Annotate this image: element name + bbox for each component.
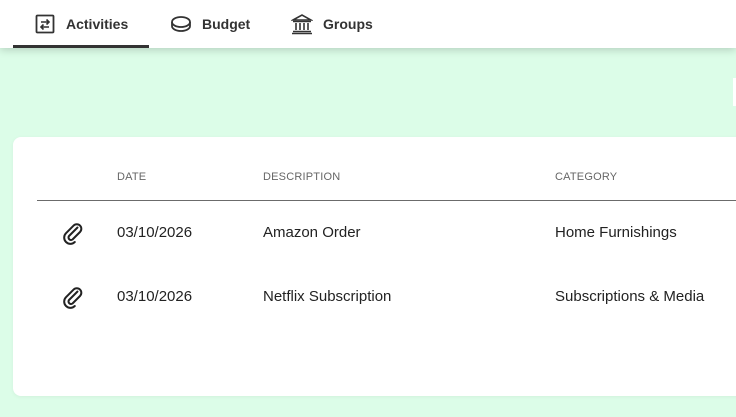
row-description: Netflix Subscription (263, 288, 392, 305)
row-description: Amazon Order (263, 224, 361, 241)
top-navigation-bar: Activities Budget Groups (0, 0, 736, 48)
tab-activities-label: Activities (66, 16, 129, 32)
paperclip-icon[interactable] (59, 201, 87, 265)
column-header-date[interactable]: DATE (117, 171, 146, 183)
row-date: 03/10/2026 (117, 288, 193, 305)
column-header-description[interactable]: DESCRIPTION (263, 171, 340, 183)
table-row[interactable]: 03/10/2026 Netflix Subscription Subscrip… (37, 265, 736, 329)
table-row[interactable]: 03/10/2026 Amazon Order Home Furnishings (37, 201, 736, 265)
tab-budget[interactable]: Budget (168, 0, 250, 48)
tab-groups-label: Groups (323, 16, 373, 32)
coin-icon (170, 13, 192, 35)
tab-budget-label: Budget (202, 16, 251, 32)
tab-activities[interactable]: Activities (13, 0, 149, 48)
row-date: 03/10/2026 (117, 224, 193, 241)
bank-icon (291, 13, 313, 35)
transfer-icon (34, 13, 56, 35)
column-header-category[interactable]: CATEGORY (555, 171, 617, 183)
row-category: Subscriptions & Media (555, 288, 705, 305)
row-category: Home Furnishings (555, 224, 677, 241)
tab-groups[interactable]: Groups (289, 0, 373, 48)
paperclip-icon[interactable] (59, 265, 87, 329)
